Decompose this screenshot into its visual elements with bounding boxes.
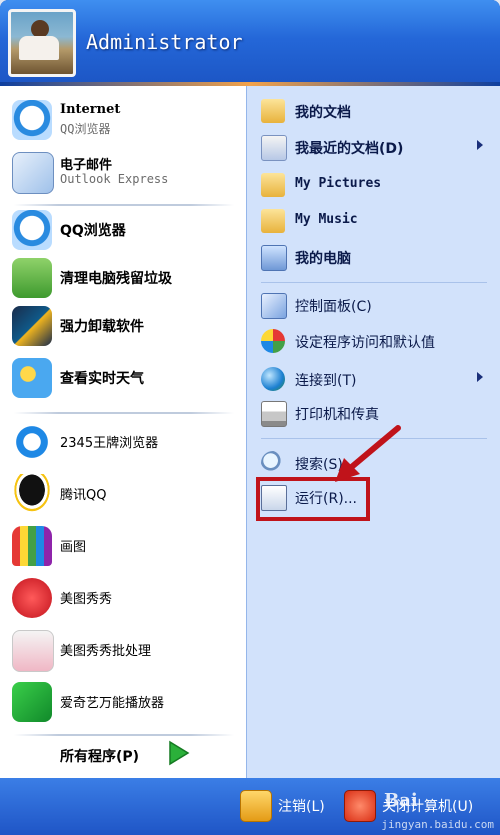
recent-item-uninstaller[interactable]: 强力卸载软件 bbox=[8, 302, 240, 350]
power-icon bbox=[344, 790, 376, 822]
chevron-right-icon bbox=[477, 372, 483, 382]
places-item-label: 连接到(T) bbox=[295, 373, 357, 389]
start-menu-header: Administrator bbox=[0, 0, 500, 86]
search-icon bbox=[261, 451, 285, 475]
mail-icon bbox=[12, 152, 54, 194]
pinned-item-email[interactable]: 电子邮件 Outlook Express bbox=[8, 148, 240, 196]
places-item-label: 打印机和传真 bbox=[295, 407, 379, 423]
left-separator bbox=[14, 412, 234, 414]
places-item-label: 我最近的文档(D) bbox=[295, 141, 404, 157]
recent-item-qq-browser[interactable]: QQ浏览器 bbox=[8, 206, 240, 254]
recent-item-label: 腾讯QQ bbox=[60, 488, 107, 503]
baidu-watermark-logo: Bai bbox=[384, 790, 418, 811]
pinned-item-title: Internet bbox=[60, 102, 121, 117]
user-avatar[interactable] bbox=[8, 9, 76, 77]
network-globe-icon bbox=[261, 367, 285, 391]
recycle-bin-icon bbox=[12, 258, 52, 298]
recent-item-iqiyi[interactable]: 爱奇艺万能播放器 bbox=[8, 678, 240, 726]
user-name: Administrator bbox=[86, 30, 243, 54]
control-panel-icon bbox=[261, 293, 287, 319]
recent-docs-icon bbox=[261, 135, 287, 161]
weather-icon bbox=[12, 358, 52, 398]
places-item-search[interactable]: 搜索(S) bbox=[257, 448, 493, 478]
places-item-my-documents[interactable]: 我的文档 bbox=[257, 96, 493, 126]
start-menu-footer: 注销(L) 关闭计算机(U) jingyan.baidu.com bbox=[0, 778, 500, 835]
pinned-item-subtitle: QQ浏览器 bbox=[60, 122, 111, 136]
iqiyi-player-icon bbox=[12, 682, 52, 722]
places-item-recent-documents[interactable]: 我最近的文档(D) bbox=[257, 132, 493, 162]
computer-icon bbox=[261, 245, 287, 271]
logoff-button[interactable]: 注销(L) bbox=[240, 790, 340, 822]
recent-item-meitu[interactable]: 美图秀秀 bbox=[8, 574, 240, 622]
ie-browser-icon bbox=[12, 422, 52, 462]
left-separator bbox=[14, 734, 234, 736]
start-menu: Administrator Internet QQ浏览器 电子邮件 Outloo… bbox=[0, 0, 500, 835]
pinned-item-title: 电子邮件 bbox=[60, 158, 113, 173]
places-item-program-defaults[interactable]: 设定程序访问和默认值 bbox=[257, 326, 493, 356]
chevron-right-icon bbox=[477, 140, 483, 150]
qq-browser-icon bbox=[12, 100, 52, 140]
places-item-label: 我的电脑 bbox=[295, 251, 351, 267]
places-item-label: 设定程序访问和默认值 bbox=[295, 335, 435, 351]
key-icon bbox=[240, 790, 272, 822]
recent-item-label: 强力卸载软件 bbox=[60, 319, 144, 335]
places-item-control-panel[interactable]: 控制面板(C) bbox=[257, 290, 493, 320]
left-pane: Internet QQ浏览器 电子邮件 Outlook Express QQ浏览… bbox=[0, 86, 246, 778]
places-item-my-pictures[interactable]: My Pictures bbox=[257, 170, 493, 200]
run-highlight-box bbox=[256, 477, 370, 521]
places-item-my-computer[interactable]: 我的电脑 bbox=[257, 242, 493, 272]
meitu-batch-icon bbox=[12, 630, 54, 672]
watermark-site: jingyan.baidu.com bbox=[381, 818, 494, 831]
places-item-label: My Music bbox=[295, 212, 358, 227]
paint-icon bbox=[12, 526, 52, 566]
recent-item-label: 清理电脑残留垃圾 bbox=[60, 271, 172, 287]
recent-item-label: 2345王牌浏览器 bbox=[60, 436, 159, 451]
documents-folder-icon bbox=[261, 99, 285, 123]
logoff-label: 注销(L) bbox=[278, 799, 325, 815]
music-folder-icon bbox=[261, 209, 285, 233]
places-item-label: 我的文档 bbox=[295, 105, 351, 121]
places-item-label: My Pictures bbox=[295, 176, 382, 191]
places-item-printers[interactable]: 打印机和传真 bbox=[257, 398, 493, 428]
pictures-folder-icon bbox=[261, 173, 285, 197]
recent-item-weather[interactable]: 查看实时天气 bbox=[8, 354, 240, 402]
right-pane: 我的文档 我最近的文档(D) My Pictures My Music 我的电脑… bbox=[246, 86, 500, 778]
all-programs-label: 所有程序(P) bbox=[60, 749, 140, 765]
qq-browser-icon bbox=[12, 210, 52, 250]
recent-item-qq[interactable]: 腾讯QQ bbox=[8, 470, 240, 518]
uninstall-icon bbox=[12, 306, 52, 346]
places-item-connect-to[interactable]: 连接到(T) bbox=[257, 364, 493, 394]
program-defaults-icon bbox=[261, 329, 285, 353]
recent-item-label: QQ浏览器 bbox=[60, 223, 126, 239]
places-item-label: 控制面板(C) bbox=[295, 299, 372, 315]
recent-item-label: 美图秀秀批处理 bbox=[60, 644, 152, 659]
pinned-item-subtitle: Outlook Express bbox=[60, 172, 169, 186]
places-item-label: 搜索(S) bbox=[295, 457, 343, 473]
recent-item-cleaner[interactable]: 清理电脑残留垃圾 bbox=[8, 254, 240, 302]
recent-item-label: 查看实时天气 bbox=[60, 371, 144, 387]
pinned-item-internet[interactable]: Internet QQ浏览器 bbox=[8, 96, 240, 144]
places-item-my-music[interactable]: My Music bbox=[257, 206, 493, 236]
green-arrow-icon bbox=[169, 740, 190, 766]
recent-item-label: 美图秀秀 bbox=[60, 592, 113, 607]
recent-item-meitu-batch[interactable]: 美图秀秀批处理 bbox=[8, 626, 240, 674]
printer-icon bbox=[261, 401, 287, 427]
qq-penguin-icon bbox=[12, 474, 52, 514]
recent-item-2345-browser[interactable]: 2345王牌浏览器 bbox=[8, 418, 240, 466]
right-separator bbox=[261, 438, 487, 439]
recent-item-label: 爱奇艺万能播放器 bbox=[60, 696, 165, 711]
meitu-icon bbox=[12, 578, 52, 618]
recent-item-label: 画图 bbox=[60, 540, 87, 555]
recent-item-paint[interactable]: 画图 bbox=[8, 522, 240, 570]
right-separator bbox=[261, 282, 487, 283]
